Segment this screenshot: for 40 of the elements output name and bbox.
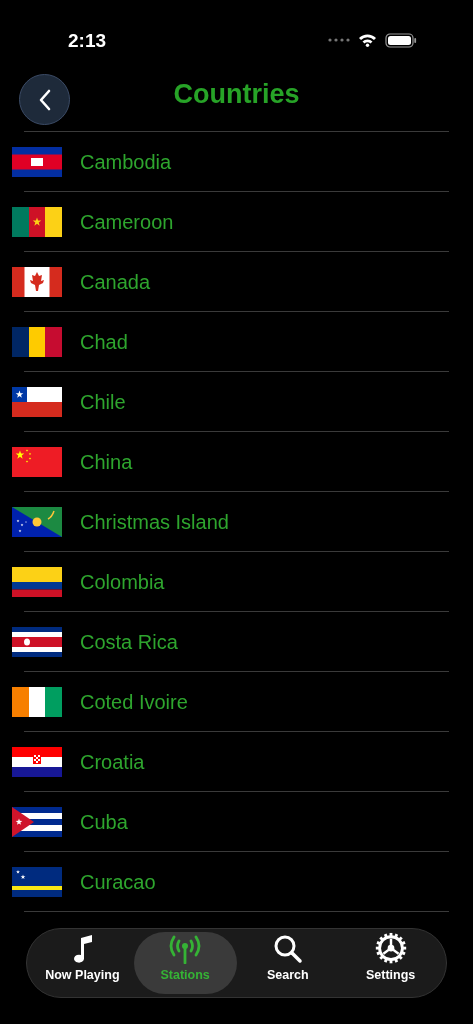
- country-name[interactable]: Canada: [80, 266, 151, 297]
- wifi-icon: [358, 33, 377, 47]
- flag-icon: [12, 806, 62, 837]
- country-name[interactable]: Chad: [80, 326, 128, 357]
- back-button[interactable]: [19, 74, 70, 125]
- tab[interactable]: Stations: [133, 932, 237, 994]
- tab[interactable]: Settings: [339, 932, 442, 994]
- flag-icon: [12, 446, 62, 477]
- flag-icon: [12, 386, 62, 417]
- signal-icon: [328, 38, 350, 42]
- country-name[interactable]: Colombia: [80, 566, 165, 597]
- flag-icon: [12, 746, 62, 777]
- battery-icon: [385, 32, 417, 48]
- country-name[interactable]: Christmas Island: [80, 506, 229, 537]
- country-name[interactable]: China: [80, 446, 133, 477]
- status-time: 2:13: [68, 30, 107, 50]
- flag-icon: [12, 566, 62, 597]
- flag-icon: [12, 626, 62, 657]
- flag-icon: [12, 506, 62, 537]
- page-title: Countries: [173, 78, 300, 111]
- chevron-left-icon: [37, 88, 52, 111]
- flag-icon: [12, 206, 62, 237]
- tab[interactable]: Search: [236, 932, 340, 994]
- country-name[interactable]: Coted Ivoire: [80, 686, 188, 717]
- country-name[interactable]: Cuba: [80, 806, 128, 837]
- country-name[interactable]: Costa Rica: [80, 626, 178, 657]
- flag-icon: [12, 326, 62, 357]
- search-icon: [272, 934, 303, 965]
- settings-icon: [373, 932, 408, 965]
- flag-icon: [12, 686, 62, 717]
- country-name[interactable]: Croatia: [80, 746, 145, 777]
- country-name[interactable]: Curacao: [80, 866, 156, 897]
- flag-icon: [12, 266, 62, 297]
- flag-icon: [12, 866, 62, 897]
- flag-icon: [12, 146, 62, 177]
- country-name[interactable]: Chile: [80, 386, 126, 417]
- tab[interactable]: Now Playing: [31, 932, 134, 994]
- country-name[interactable]: Cameroon: [80, 206, 174, 237]
- music-note-icon: [71, 934, 94, 965]
- country-name[interactable]: Cambodia: [80, 146, 172, 177]
